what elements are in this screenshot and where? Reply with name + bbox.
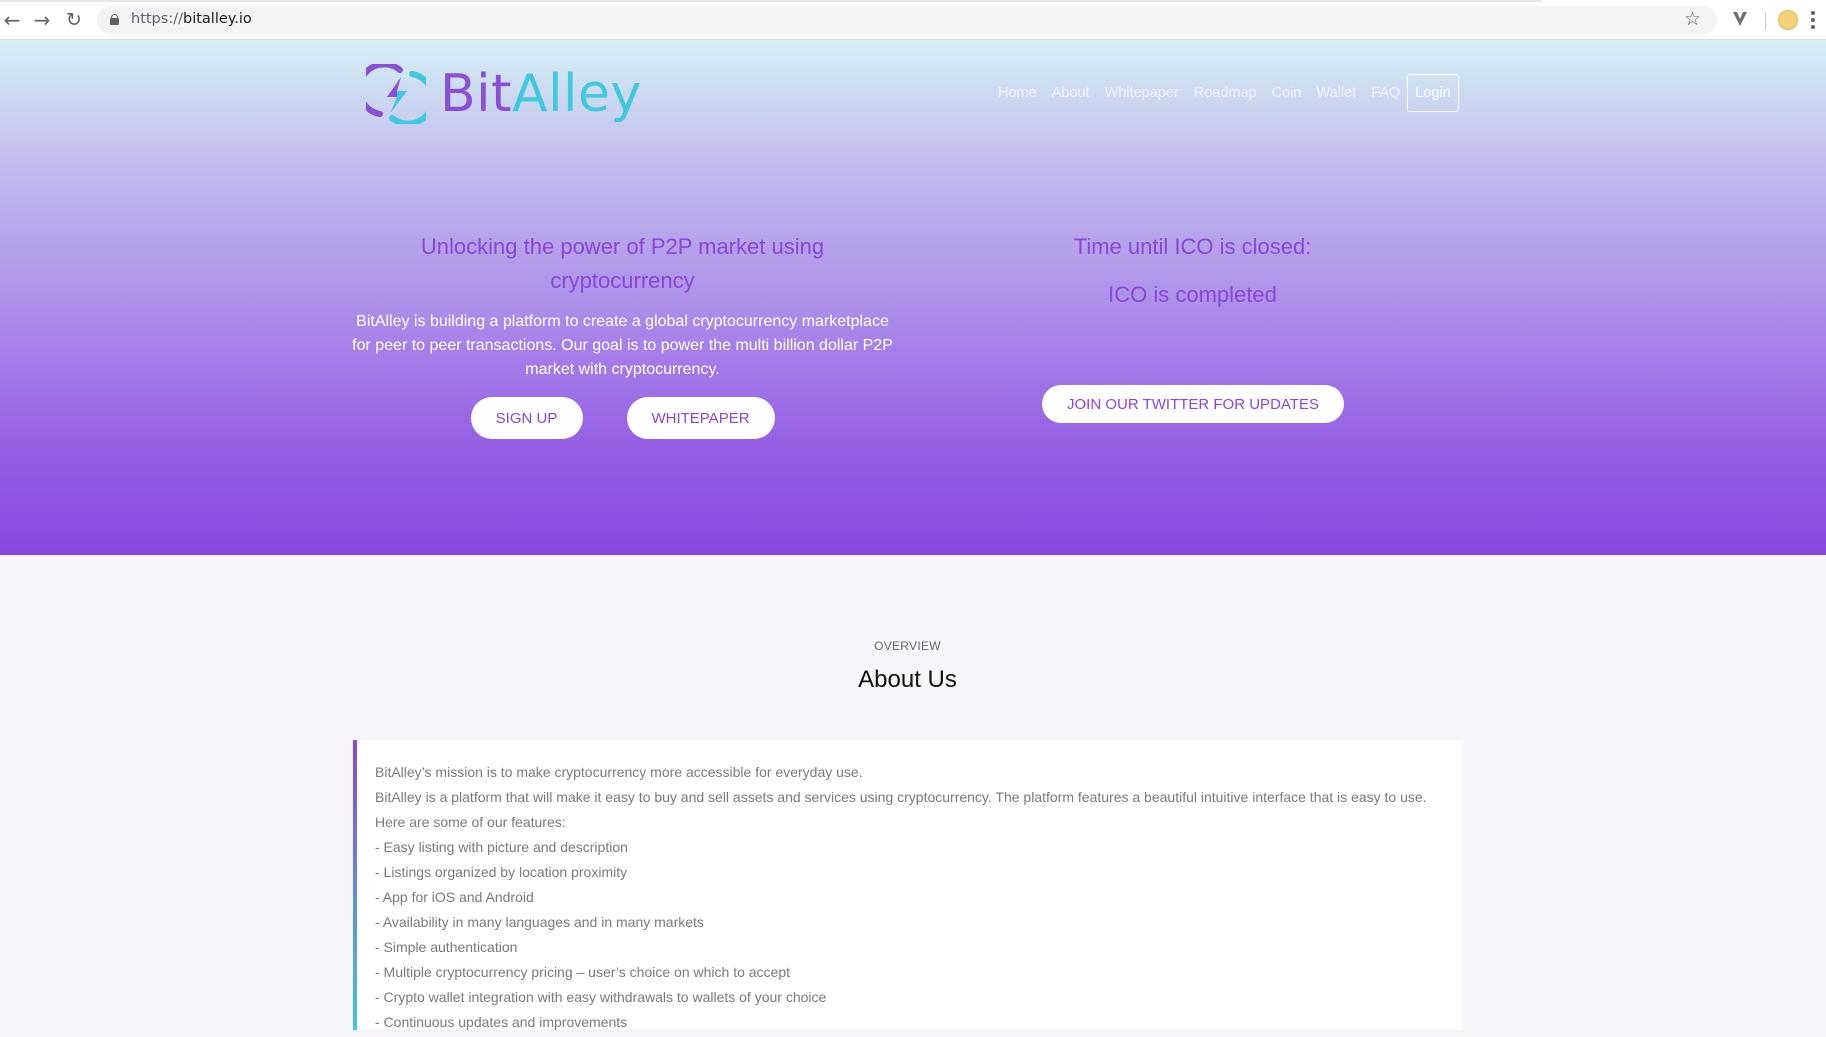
signup-button[interactable]: SIGN UP <box>470 397 583 439</box>
main-nav: Home About Whitepaper Roadmap Coin Walle… <box>998 74 1459 112</box>
section-title: About Us <box>858 666 957 693</box>
feature-item: - Crypto wallet integration with easy wi… <box>375 989 827 1005</box>
hero-title: Unlocking the power of P2P market using … <box>420 234 825 293</box>
forward-arrow-icon[interactable]: → <box>30 8 54 32</box>
nav-coin[interactable]: Coin <box>1272 85 1302 101</box>
whitepaper-button[interactable]: WHITEPAPER <box>626 397 775 439</box>
nav-roadmap[interactable]: Roadmap <box>1194 85 1257 101</box>
profile-avatar[interactable] <box>1778 10 1798 30</box>
about-text: BitAlley’s mission is to make cryptocurr… <box>375 762 1427 1037</box>
lock-icon[interactable] <box>110 14 119 25</box>
login-button[interactable]: Login <box>1407 74 1459 112</box>
back-arrow-icon[interactable]: ← <box>0 8 24 32</box>
url-text[interactable]: https://bitalley.io <box>131 11 252 27</box>
feature-item: - Availability in many languages and in … <box>375 914 704 930</box>
ico-status: ICO is completed <box>1108 282 1277 307</box>
twitter-updates-button[interactable]: JOIN OUR TWITTER FOR UPDATES <box>1042 385 1344 423</box>
hero-description: BitAlley is building a platform to creat… <box>352 313 893 378</box>
star-icon[interactable]: ☆ <box>1684 8 1701 30</box>
about-line: BitAlley’s mission is to make cryptocurr… <box>375 764 863 780</box>
logo-mark-icon <box>366 64 426 124</box>
extension-icon[interactable] <box>1730 9 1750 29</box>
site-logo[interactable]: BitAlley <box>366 64 642 124</box>
feature-item: - Listings organized by location proximi… <box>375 864 628 880</box>
ico-countdown-title: Time until ICO is closed: <box>1073 234 1312 259</box>
more-vert-icon[interactable] <box>1810 9 1816 31</box>
tab-strip-edge <box>0 0 1542 2</box>
feature-item: - Simple authentication <box>375 939 518 955</box>
hero-section: BitAlley Home About Whitepaper Roadmap C… <box>0 40 1826 555</box>
hero-intro: Unlocking the power of P2P market using … <box>345 230 900 439</box>
feature-item: - Multiple cryptocurrency pricing – user… <box>375 964 791 980</box>
logo-text-alley: Alley <box>512 64 642 124</box>
logo-text-bit: Bit <box>440 64 513 124</box>
browser-toolbar: ← → ↻ https://bitalley.io ☆ <box>0 0 1826 40</box>
hero-buttons: SIGN UP WHITEPAPER <box>345 397 900 439</box>
url-scheme: https:// <box>131 11 183 27</box>
url-host: bitalley.io <box>182 11 252 27</box>
feature-item: - Easy listing with picture and descript… <box>375 839 628 855</box>
about-line: BitAlley is a platform that will make it… <box>375 789 1427 805</box>
feature-item: - App for iOS and Android <box>375 889 534 905</box>
toolbar-divider <box>1765 12 1766 30</box>
nav-whitepaper[interactable]: Whitepaper <box>1105 85 1179 101</box>
about-line: Here are some of our features: <box>375 814 566 830</box>
nav-home[interactable]: Home <box>998 85 1037 101</box>
about-card: BitAlley’s mission is to make cryptocurr… <box>353 740 1463 1030</box>
feature-item: - Continuous updates and improvements <box>375 1014 628 1030</box>
ico-panel: Time until ICO is closed: ICO is complet… <box>1000 230 1385 423</box>
nav-about[interactable]: About <box>1052 85 1090 101</box>
section-eyebrow: OVERVIEW <box>874 639 941 653</box>
nav-wallet[interactable]: Wallet <box>1316 85 1356 101</box>
nav-faq[interactable]: FAQ <box>1371 85 1400 101</box>
logo-wordmark: BitAlley <box>440 64 642 124</box>
reload-icon[interactable]: ↻ <box>62 8 86 32</box>
address-bar[interactable]: https://bitalley.io ☆ <box>97 6 1717 34</box>
